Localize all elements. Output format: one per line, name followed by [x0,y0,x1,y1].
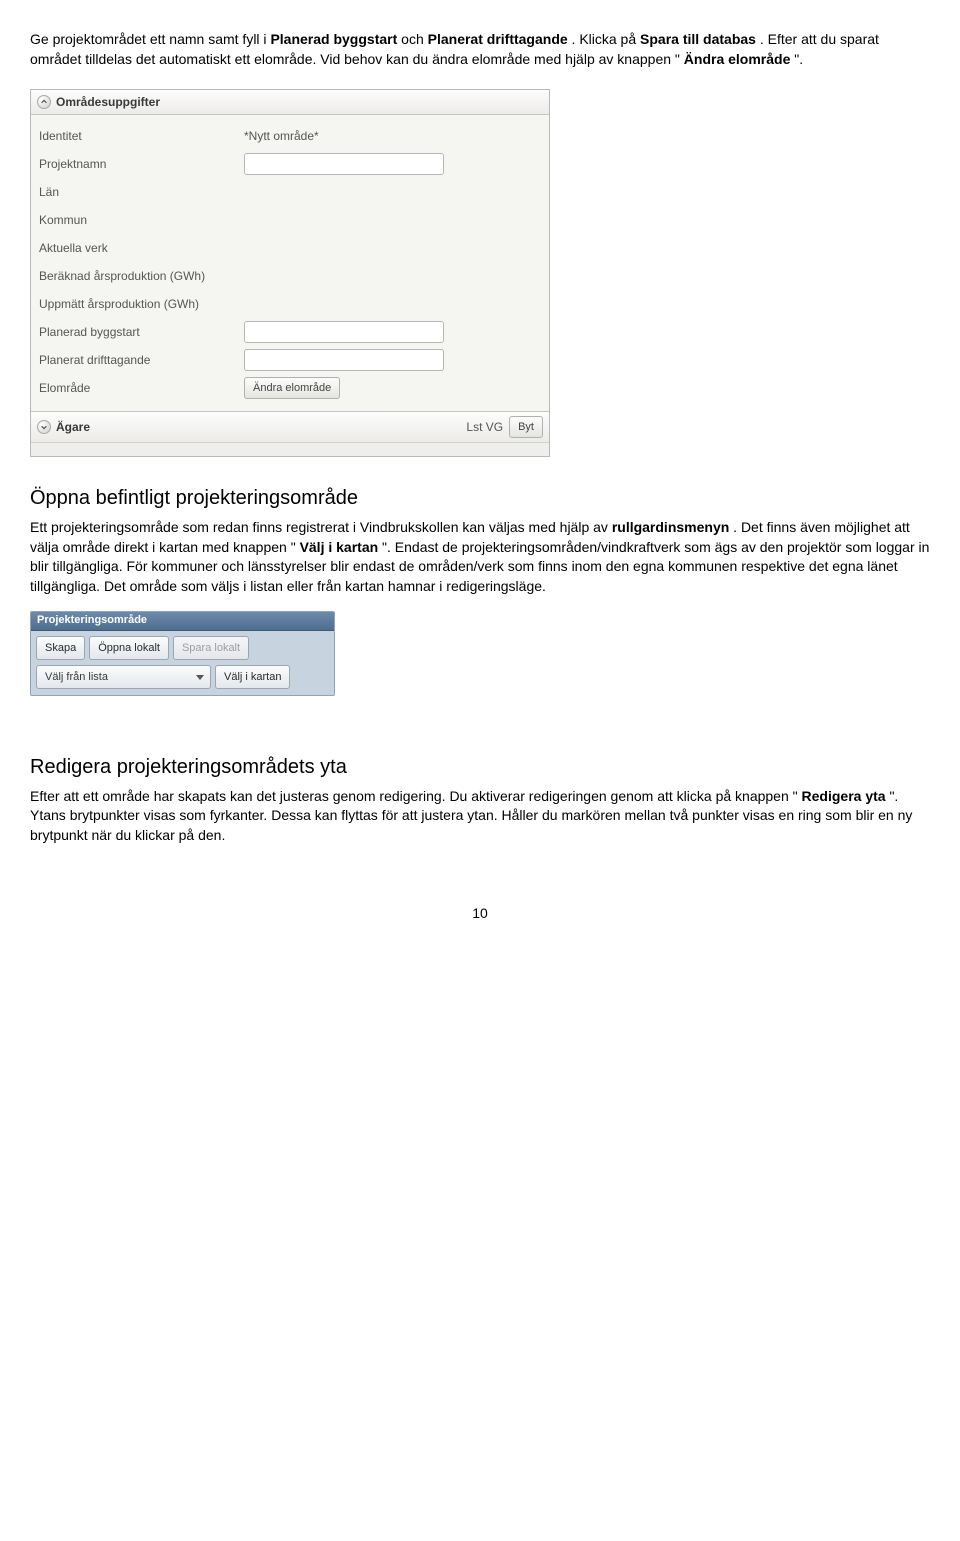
intro-paragraph: Ge projektområdet ett namn samt fyll i P… [30,30,930,69]
row-elomrade: Elområde Ändra elområde [39,375,541,401]
intro-b3: Spara till databas [640,31,756,47]
agare-value: Lst VG [466,420,503,434]
aktuella-verk-label: Aktuella verk [39,241,244,255]
panel2-row2: Välj från lista Välj i kartan [31,660,334,689]
plan-bygg-label: Planerad byggstart [39,325,244,339]
elomrade-label: Elområde [39,381,244,395]
intro-t2: och [401,31,427,47]
s2-t1: Ett projekteringsområde som redan finns … [30,519,612,535]
row-identitet: Identitet *Nytt område* [39,123,541,149]
intro-t1: Ge projektområdet ett namn samt fyll i [30,31,270,47]
heading-oppna-befintligt: Öppna befintligt projekteringsområde [30,487,930,510]
projektnamn-input[interactable] [244,153,444,175]
uppmatt-label: Uppmätt årsproduktion (GWh) [39,297,244,311]
row-plan-bygg: Planerad byggstart [39,319,541,345]
row-plan-drift: Planerat drifttagande [39,347,541,373]
byt-button[interactable]: Byt [509,416,543,438]
projektnamn-label: Projektnamn [39,157,244,171]
beraknad-label: Beräknad årsproduktion (GWh) [39,269,244,283]
section3-paragraph: Efter att ett område har skapats kan det… [30,787,930,846]
row-beraknad: Beräknad årsproduktion (GWh) [39,263,541,289]
skapa-button[interactable]: Skapa [36,636,85,660]
panel2-row1: Skapa Öppna lokalt Spara lokalt [31,631,334,660]
row-aktuella-verk: Aktuella verk [39,235,541,261]
omradesuppgifter-header[interactable]: Områdesuppgifter [31,90,549,115]
s3-b1: Redigera yta [802,788,886,804]
intro-b4: Ändra elområde [684,51,791,67]
s2-b1: rullgardinsmenyn [612,519,729,535]
s2-b2: Välj i kartan [300,539,379,555]
section2-paragraph: Ett projekteringsområde som redan finns … [30,518,930,596]
andra-elomrade-button[interactable]: Ändra elområde [244,377,340,399]
projekteringsomrade-header: Projekteringsområde [31,612,334,631]
row-projektnamn: Projektnamn [39,151,541,177]
intro-b2: Planerat drifttagande [428,31,568,47]
form-body: Identitet *Nytt område* Projektnamn Län … [31,115,549,411]
identitet-value: *Nytt område* [244,129,319,143]
chevron-down-icon [37,420,51,434]
identitet-label: Identitet [39,129,244,143]
lan-label: Län [39,185,244,199]
chevron-up-icon [37,95,51,109]
agare-label: Ägare [56,420,90,434]
plan-drift-input[interactable] [244,349,444,371]
omradesuppgifter-title: Områdesuppgifter [56,95,160,109]
page-number: 10 [30,905,930,921]
valj-i-kartan-button[interactable]: Välj i kartan [215,665,290,689]
row-lan: Län [39,179,541,205]
intro-t5: ". [794,51,803,67]
agare-header[interactable]: Ägare Lst VG Byt [31,411,549,442]
s3-t1: Efter att ett område har skapats kan det… [30,788,798,804]
panel-footer [31,442,549,456]
row-uppmatt: Uppmätt årsproduktion (GWh) [39,291,541,317]
plan-drift-label: Planerat drifttagande [39,353,244,367]
intro-b1: Planerad byggstart [270,31,397,47]
heading-redigera-yta: Redigera projekteringsområdets yta [30,756,930,779]
kommun-label: Kommun [39,213,244,227]
projekteringsomrade-panel: Projekteringsområde Skapa Öppna lokalt S… [30,611,335,696]
valj-fran-lista-label: Välj från lista [45,671,108,683]
intro-t3: . Klicka på [572,31,640,47]
plan-bygg-input[interactable] [244,321,444,343]
dropdown-triangle-icon [196,675,204,680]
row-kommun: Kommun [39,207,541,233]
valj-fran-lista-select[interactable]: Välj från lista [36,665,211,689]
omradesuppgifter-panel: Områdesuppgifter Identitet *Nytt område*… [30,89,550,457]
oppna-lokalt-button[interactable]: Öppna lokalt [89,636,169,660]
spara-lokalt-button: Spara lokalt [173,636,249,660]
